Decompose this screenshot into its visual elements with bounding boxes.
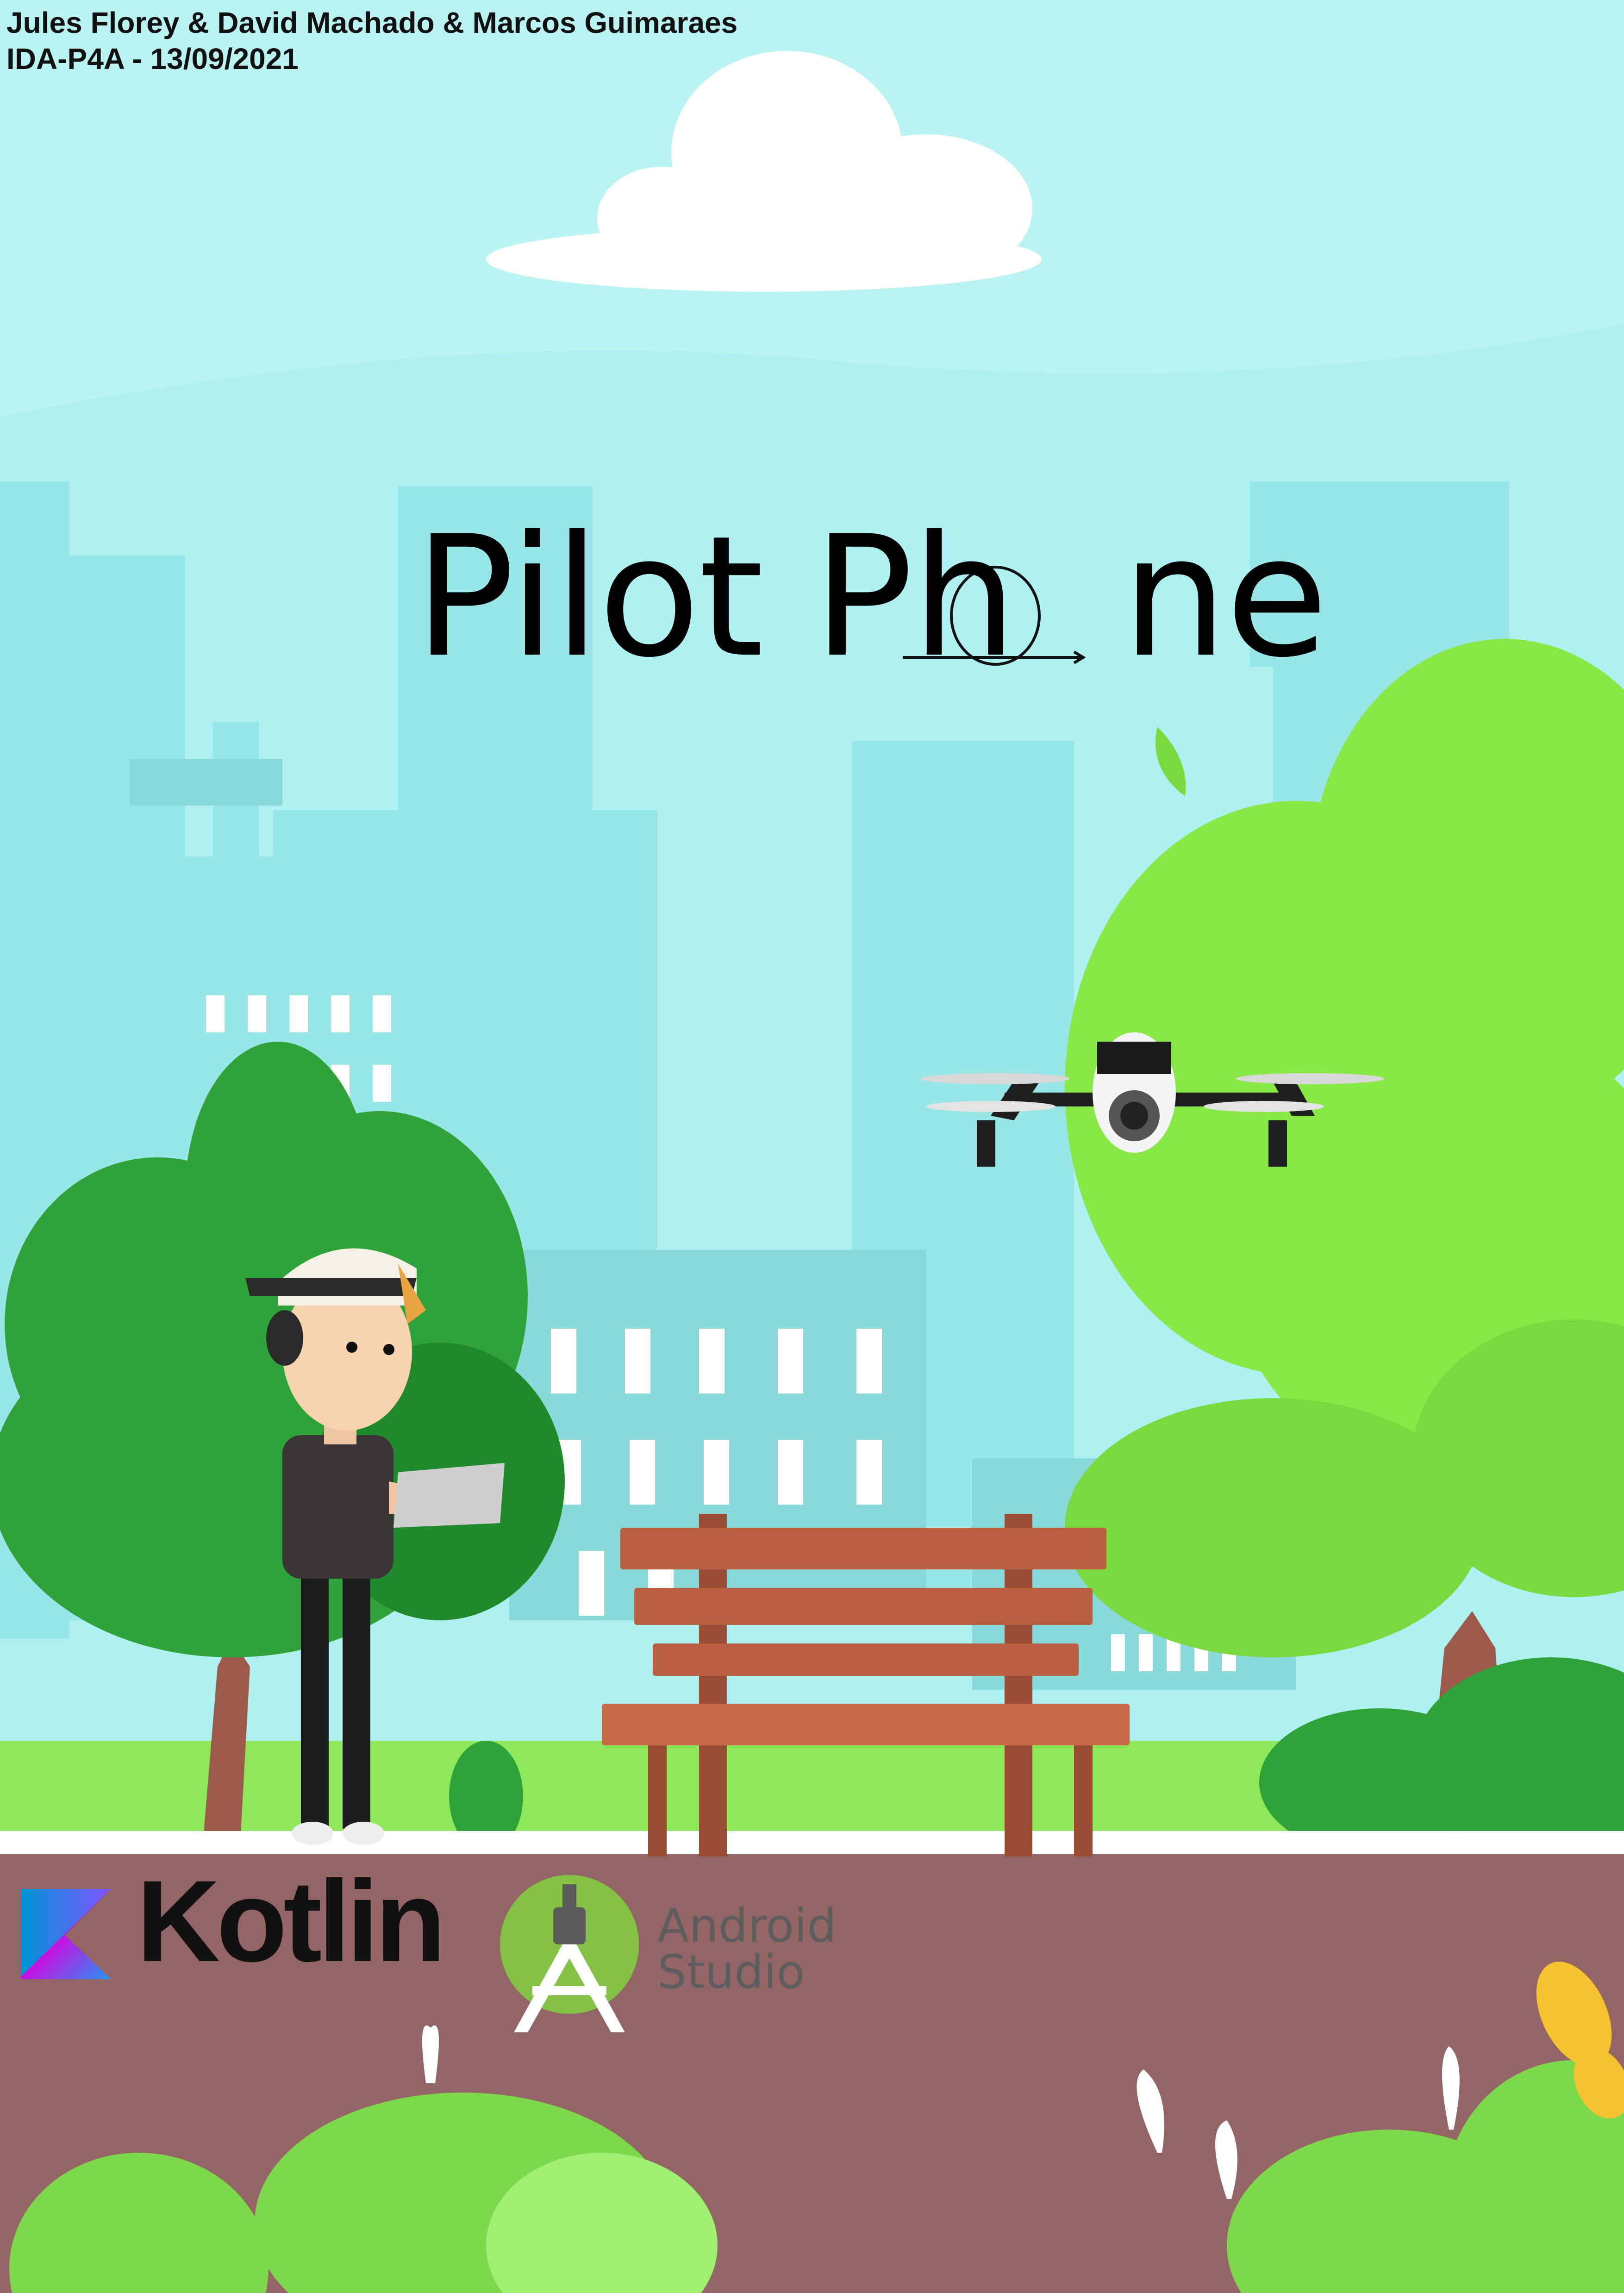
kotlin-logo-text: Kotlin [137,1856,446,1986]
android-studio-logo-text: Android Studio [657,1903,837,1995]
title-part-2: ne [1122,500,1328,694]
android-studio-line-2: Studio [657,1945,805,1999]
authors-line: Jules Florey & David Machado & Marcos Gu… [6,6,738,39]
course-date-line: IDA-P4A - 13/09/2021 [6,42,299,75]
android-studio-line-1: Android [657,1899,837,1953]
title-part-1: Pilot Ph [414,500,1017,694]
authors-header: Jules Florey & David Machado & Marcos Gu… [6,5,737,77]
page-title: Pilot Ph ne [414,500,1328,694]
